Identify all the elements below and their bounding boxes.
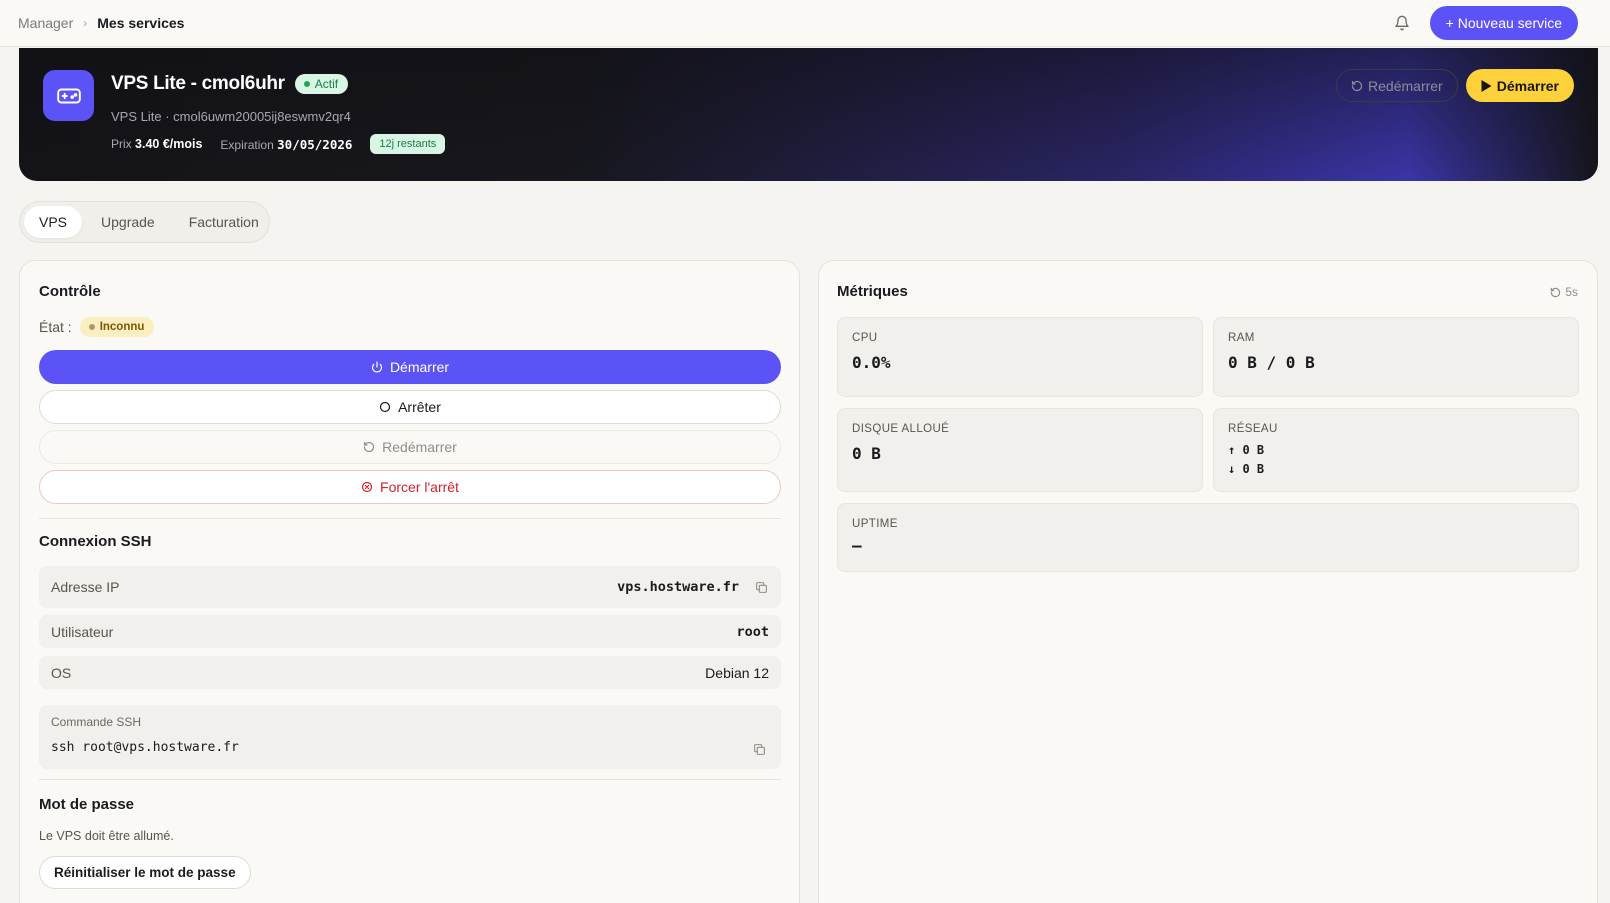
user-label: Utilisateur: [51, 623, 114, 640]
tab-facturation[interactable]: Facturation: [174, 206, 274, 238]
copy-icon[interactable]: [751, 741, 767, 757]
ssh-title: Connexion SSH: [39, 533, 152, 550]
hero-start-label: Démarrer: [1496, 77, 1559, 94]
tab-bar: VPS Upgrade Facturation: [19, 201, 270, 243]
restart-icon: [1351, 80, 1363, 91]
disk-card: DISQUE ALLOUÉ 0 B: [837, 408, 1203, 492]
uptime-value: —: [852, 536, 862, 555]
stop-button[interactable]: Arrêter: [39, 390, 781, 424]
refresh-interval: 5s: [1565, 285, 1578, 299]
service-header: VPS Lite - cmol6uhr Actif VPS Lite · cmo…: [19, 48, 1598, 181]
network-label: RÉSEAU: [1228, 423, 1278, 435]
state-dot-icon: [88, 324, 95, 330]
breadcrumb-current: Mes services: [97, 15, 185, 31]
disk-value: 0 B: [852, 444, 881, 463]
restart-icon: [364, 441, 375, 453]
restart-label: Redémarrer: [382, 439, 457, 455]
control-title: Contrôle: [39, 283, 101, 300]
restart-button[interactable]: Redémarrer: [39, 430, 781, 464]
disk-label: DISQUE ALLOUÉ: [852, 423, 950, 435]
service-meta: Prix 3.40 €/mois Expiration 30/05/2026 1…: [111, 134, 446, 154]
ssh-command-label: Commande SSH: [51, 715, 142, 729]
play-icon: [1481, 79, 1492, 92]
force-stop-label: Forcer l'arrêt: [380, 479, 459, 495]
circle-icon: [379, 401, 391, 413]
force-stop-button[interactable]: Forcer l'arrêt: [39, 470, 781, 504]
expiration-value: 30/05/2026: [277, 136, 353, 152]
cpu-label: CPU: [852, 332, 878, 344]
tab-upgrade[interactable]: Upgrade: [86, 206, 170, 238]
refresh-icon: [1551, 287, 1561, 297]
control-panel: Contrôle État : Inconnu Démarrer Arrêter…: [19, 260, 800, 903]
new-service-button[interactable]: + Nouveau service: [1429, 6, 1578, 40]
ip-value: vps.hostware.fr: [617, 579, 739, 595]
network-card: RÉSEAU ↑ 0 B ↓ 0 B: [1213, 408, 1579, 492]
ram-card: RAM 0 B / 0 B: [1213, 317, 1579, 397]
uptime-label: UPTIME: [852, 518, 898, 530]
tab-vps[interactable]: VPS: [24, 206, 83, 238]
hero-restart-button[interactable]: Redémarrer: [1336, 69, 1458, 102]
state-badge-label: Inconnu: [99, 321, 145, 333]
uptime-card: UPTIME —: [837, 503, 1579, 572]
divider: [39, 779, 781, 780]
hero-restart-label: Redémarrer: [1368, 77, 1443, 94]
service-subtitle: VPS Lite · cmol6uwm20005ij8eswmv2qr4: [111, 109, 351, 124]
start-label: Démarrer: [389, 359, 450, 375]
password-note: Le VPS doit être allumé.: [39, 829, 174, 843]
os-label: OS: [51, 664, 72, 681]
ram-label: RAM: [1228, 332, 1255, 344]
expiration-label: Expiration: [220, 137, 274, 152]
ram-value: 0 B / 0 B: [1228, 353, 1315, 372]
expiration-info: Expiration 30/05/2026: [220, 137, 352, 152]
start-button[interactable]: Démarrer: [39, 350, 781, 384]
os-value: Debian 12: [705, 664, 769, 681]
status-badge: Actif: [294, 74, 349, 94]
cpu-card: CPU 0.0%: [837, 317, 1203, 397]
metrics-panel: Métriques 5s CPU 0.0% RAM 0 B / 0 B DISQ…: [818, 260, 1598, 903]
days-remaining-badge: 12j restants: [370, 134, 446, 154]
state-row: État : Inconnu: [39, 317, 155, 337]
refresh-indicator[interactable]: 5s: [1550, 285, 1578, 299]
ssh-user-row: Utilisateur root: [39, 615, 781, 648]
network-down: ↓ 0 B: [1228, 462, 1265, 476]
gamepad-icon: [43, 70, 94, 121]
state-badge: Inconnu: [79, 317, 155, 337]
breadcrumb-manager[interactable]: Manager: [18, 15, 73, 31]
ssh-ip-row: Adresse IP vps.hostware.fr: [39, 566, 781, 608]
state-label: État :: [39, 319, 72, 335]
network-up: ↑ 0 B: [1228, 443, 1265, 457]
copy-icon[interactable]: [753, 579, 769, 595]
stop-label: Arrêter: [398, 399, 441, 415]
status-badge-label: Actif: [314, 77, 339, 91]
user-value: root: [736, 623, 769, 640]
price-value: 3.40 €/mois: [135, 137, 203, 151]
reset-password-button[interactable]: Réinitialiser le mot de passe: [39, 856, 251, 889]
divider: [39, 518, 781, 519]
x-circle-icon: [361, 481, 373, 493]
password-title: Mot de passe: [39, 796, 135, 813]
cpu-value: 0.0%: [852, 353, 891, 372]
status-dot-icon: [303, 81, 310, 87]
ssh-command-box: Commande SSH ssh root@vps.hostware.fr: [39, 705, 781, 769]
service-title: VPS Lite - cmol6uhr: [111, 73, 285, 94]
price-info: Prix 3.40 €/mois: [111, 137, 202, 151]
metrics-title: Métriques: [837, 283, 908, 300]
ip-label: Adresse IP: [51, 579, 120, 595]
top-bar: Manager › Mes services + Nouveau service: [0, 0, 1610, 47]
breadcrumb: Manager › Mes services: [18, 15, 184, 31]
ssh-os-row: OS Debian 12: [39, 656, 781, 689]
chevron-right-icon: ›: [83, 16, 88, 30]
ssh-command-value[interactable]: ssh root@vps.hostware.fr: [51, 740, 769, 755]
bell-icon[interactable]: [1388, 9, 1416, 37]
power-icon: [371, 361, 383, 373]
hero-start-button[interactable]: Démarrer: [1465, 69, 1574, 102]
price-label: Prix: [111, 137, 132, 151]
